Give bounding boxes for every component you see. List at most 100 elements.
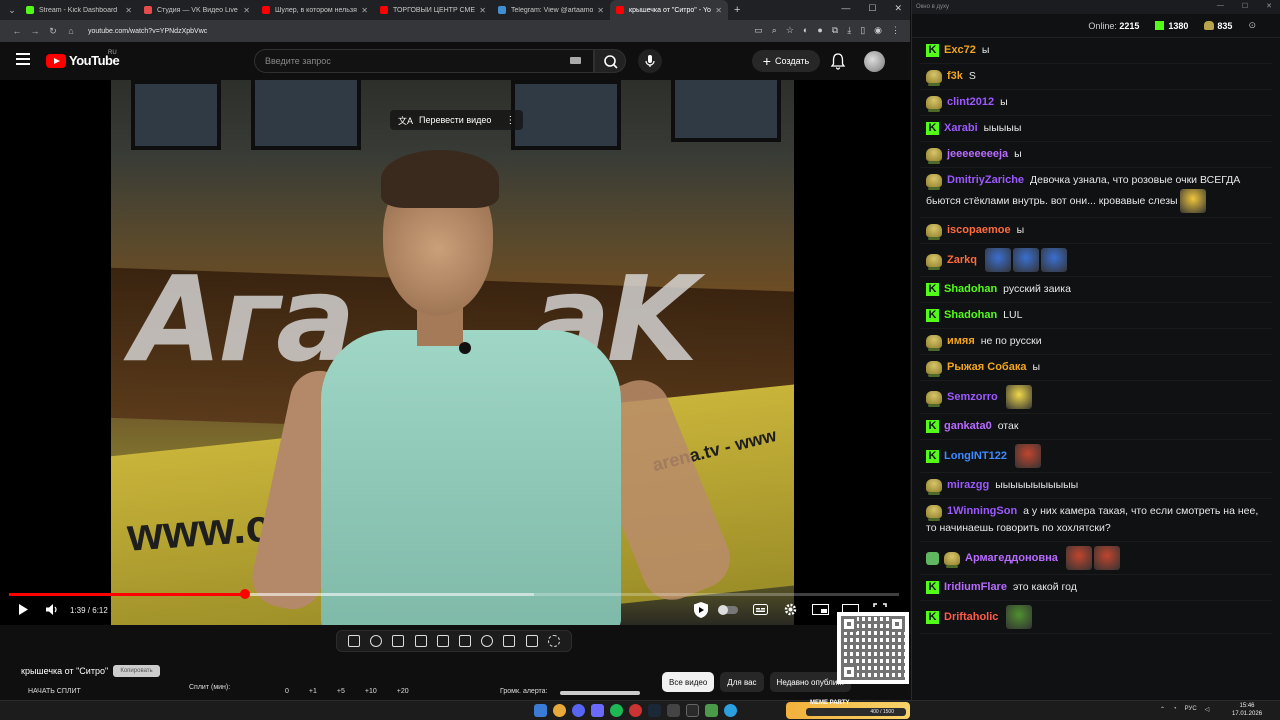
create-button[interactable]: + Создать: [752, 50, 820, 72]
chrome-icon[interactable]: [553, 704, 566, 717]
chat-username[interactable]: jeeeeeeeeja: [947, 148, 1008, 160]
progress-bar[interactable]: [9, 589, 899, 599]
sidebar-icon[interactable]: ▯: [860, 25, 865, 36]
home-icon[interactable]: ⌂: [62, 26, 80, 36]
add-clip-icon[interactable]: [503, 635, 516, 647]
browser-tab[interactable]: Stream - Kick Dashboard ✕: [20, 0, 138, 20]
split-value-button[interactable]: +5: [337, 688, 345, 695]
subtitles-icon[interactable]: [753, 604, 768, 615]
windows-start-icon[interactable]: [534, 704, 547, 717]
notifications-bell-icon[interactable]: [830, 52, 846, 70]
chat-username[interactable]: clint2012: [947, 96, 994, 108]
tab-close-icon[interactable]: ✕: [243, 6, 250, 15]
scrubber-handle[interactable]: [239, 589, 250, 599]
browser-tab[interactable]: крышечка от "Ситро" - Yo... ✕: [610, 0, 728, 20]
avatar[interactable]: [864, 51, 885, 72]
discord-icon[interactable]: [572, 704, 585, 717]
settings-gear-icon[interactable]: [783, 602, 798, 617]
minimize-icon[interactable]: —: [841, 3, 850, 14]
app-icon[interactable]: [629, 704, 642, 717]
keyboard-icon[interactable]: [570, 57, 581, 64]
tab-close-icon[interactable]: ✕: [597, 6, 604, 15]
language-indicator[interactable]: РУС: [1185, 706, 1197, 713]
chat-username[interactable]: Exc72: [944, 44, 976, 56]
chat-username[interactable]: IridiumFlare: [944, 581, 1007, 593]
chat-username[interactable]: Zarkq: [947, 254, 977, 266]
tab-close-icon[interactable]: ✕: [125, 6, 132, 15]
search-button[interactable]: [594, 49, 626, 73]
search-input[interactable]: Введите запрос: [254, 49, 594, 73]
chat-username[interactable]: Shadohan: [944, 283, 997, 295]
cast-icon[interactable]: ▭: [754, 25, 763, 36]
filter-chip[interactable]: Все видео: [662, 672, 715, 692]
browser-tab[interactable]: ТОРГОВЫЙ ЦЕНТР СМЕРТИ -...✕: [374, 0, 492, 20]
chat-username[interactable]: Semzorro: [947, 391, 998, 403]
youtube-logo[interactable]: YouTube RU: [46, 50, 120, 68]
shield-icon[interactable]: [693, 601, 709, 619]
url-field[interactable]: youtube.com/watch?v=YPNdzXpbVwc: [88, 28, 207, 35]
chat-username[interactable]: Xarabi: [944, 122, 978, 134]
close-icon[interactable]: ✕: [1266, 2, 1272, 10]
translate-video-button[interactable]: 文A Перевести видео ⋮: [390, 110, 524, 130]
bookmark-star-icon[interactable]: ☆: [786, 25, 794, 36]
clock[interactable]: 15:46 17.01.2026: [1232, 702, 1262, 718]
more-options-icon[interactable]: ⋮: [505, 115, 515, 126]
maximize-icon[interactable]: ☐: [1242, 2, 1248, 10]
tab-close-icon[interactable]: ✕: [479, 6, 486, 15]
tab-search-icon[interactable]: ⌄: [4, 2, 20, 18]
settings-icon[interactable]: ⊙: [1248, 20, 1256, 31]
alert-volume-slider[interactable]: [560, 691, 640, 695]
chevron-up-icon[interactable]: ⌃: [1160, 706, 1165, 713]
obs-icon[interactable]: [686, 704, 699, 717]
app-icon[interactable]: [705, 704, 718, 717]
loop-icon[interactable]: [348, 635, 361, 647]
spotify-icon[interactable]: [610, 704, 623, 717]
chat-username[interactable]: gankata0: [944, 420, 992, 432]
copy-badge[interactable]: Копировать: [113, 665, 160, 677]
split-value-button[interactable]: +10: [365, 688, 377, 695]
puzzle-icon[interactable]: ⧉: [832, 25, 838, 36]
audio-icon[interactable]: [370, 635, 383, 647]
tab-close-icon[interactable]: ✕: [715, 6, 722, 15]
browser-tab[interactable]: Telegram: View @artaamonova...✕: [492, 0, 610, 20]
download-icon[interactable]: ⤓: [847, 25, 851, 36]
chat-username[interactable]: LongINT122: [944, 450, 1007, 462]
forward-icon[interactable]: →: [26, 26, 44, 36]
gear-icon[interactable]: [547, 635, 560, 647]
watch-icon[interactable]: [392, 635, 405, 647]
split-value-button[interactable]: 0: [285, 688, 289, 695]
new-tab-button[interactable]: +: [734, 4, 740, 16]
zoom-icon[interactable]: ⌕: [772, 25, 777, 36]
profile-icon[interactable]: ◉: [874, 25, 882, 36]
split-value-button[interactable]: +1: [309, 688, 317, 695]
chat-username[interactable]: iscopaemoe: [947, 224, 1011, 236]
frame-icon[interactable]: [436, 635, 449, 647]
chat-username[interactable]: DmitriyZariche: [947, 174, 1024, 186]
steam-icon[interactable]: [648, 704, 661, 717]
kebab-menu-icon[interactable]: ⋮: [891, 25, 900, 36]
network-icon[interactable]: ◔: [1173, 706, 1177, 713]
chat-username[interactable]: 1WinningSon: [947, 505, 1017, 517]
chat-username[interactable]: Driftaholic: [944, 611, 998, 623]
chat-username[interactable]: Рыжая Собака: [947, 361, 1026, 373]
split-value-button[interactable]: +20: [397, 688, 409, 695]
autoplay-toggle[interactable]: [718, 605, 738, 615]
hamburger-menu-icon[interactable]: [16, 53, 30, 65]
tab-close-icon[interactable]: ✕: [361, 6, 368, 15]
voice-search-button[interactable]: [638, 49, 662, 73]
filter-chip[interactable]: Для вас: [720, 672, 764, 692]
extension-icon-2[interactable]: ●: [817, 25, 822, 36]
app-icon[interactable]: [667, 704, 680, 717]
close-icon[interactable]: ✕: [894, 3, 902, 14]
chat-username[interactable]: Армагеддоновна: [965, 552, 1058, 564]
speed-icon[interactable]: [481, 635, 494, 647]
chat-username[interactable]: имяя: [947, 335, 975, 347]
back-icon[interactable]: ←: [8, 26, 26, 36]
browser-tab[interactable]: Шулер, в котором нельзя стр... ✕: [256, 0, 374, 20]
extension-icon[interactable]: ◐: [803, 25, 808, 36]
volume-icon[interactable]: [45, 603, 59, 616]
miniplayer-icon[interactable]: [812, 604, 829, 615]
reload-icon[interactable]: ↻: [44, 26, 62, 37]
video-player[interactable]: Aгa аK www.cybe arena.tv - www 文A Переве…: [0, 80, 910, 625]
crop-icon[interactable]: [459, 635, 472, 647]
